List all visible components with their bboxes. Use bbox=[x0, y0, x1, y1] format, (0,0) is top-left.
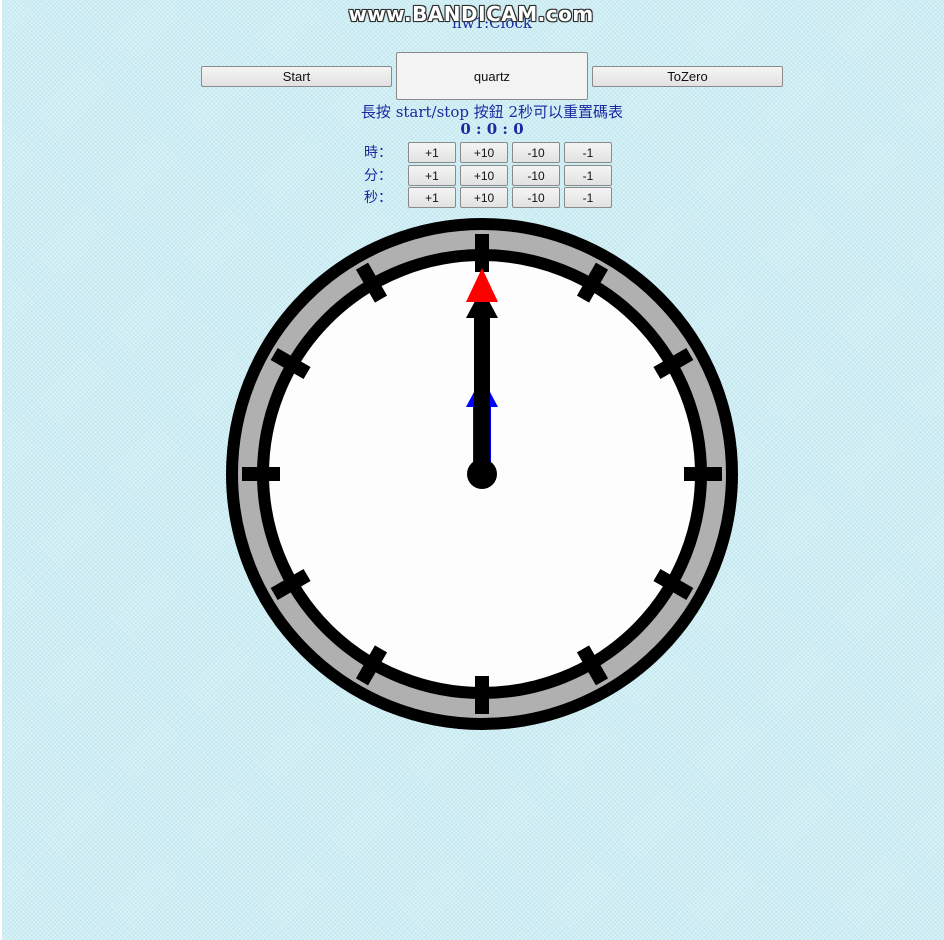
second-row-label: 秒： bbox=[364, 190, 392, 206]
minute-plus10-button[interactable]: +10 bbox=[460, 165, 508, 186]
minute-minus10-button[interactable]: -10 bbox=[512, 165, 560, 186]
hour-tick bbox=[684, 467, 722, 481]
quartz-button[interactable]: quartz bbox=[396, 52, 588, 100]
page-edge bbox=[0, 0, 2, 940]
tozero-button[interactable]: ToZero bbox=[592, 66, 783, 87]
hour-tick bbox=[475, 234, 489, 272]
reset-hint: 長按 start/stop 按鈕 2秒可以重置碼表 bbox=[360, 103, 624, 121]
bandicam-watermark: www.BANDICAM.com bbox=[348, 2, 594, 26]
clock-center-pin bbox=[467, 459, 497, 489]
second-minus1-button[interactable]: -1 bbox=[564, 187, 612, 208]
hour-minus1-button[interactable]: -1 bbox=[564, 142, 612, 163]
minute-row-label: 分： bbox=[364, 168, 392, 184]
second-plus10-button[interactable]: +10 bbox=[460, 187, 508, 208]
analog-clock bbox=[226, 218, 738, 730]
second-minus10-button[interactable]: -10 bbox=[512, 187, 560, 208]
hour-tick bbox=[475, 676, 489, 714]
time-readout: 0 : 0 : 0 bbox=[460, 120, 524, 138]
minute-plus1-button[interactable]: +1 bbox=[408, 165, 456, 186]
hour-row-label: 時： bbox=[364, 145, 392, 161]
hour-minus10-button[interactable]: -10 bbox=[512, 142, 560, 163]
hour-plus10-button[interactable]: +10 bbox=[460, 142, 508, 163]
hour-tick bbox=[242, 467, 280, 481]
minute-minus1-button[interactable]: -1 bbox=[564, 165, 612, 186]
start-button[interactable]: Start bbox=[201, 66, 392, 87]
hour-plus1-button[interactable]: +1 bbox=[408, 142, 456, 163]
second-plus1-button[interactable]: +1 bbox=[408, 187, 456, 208]
